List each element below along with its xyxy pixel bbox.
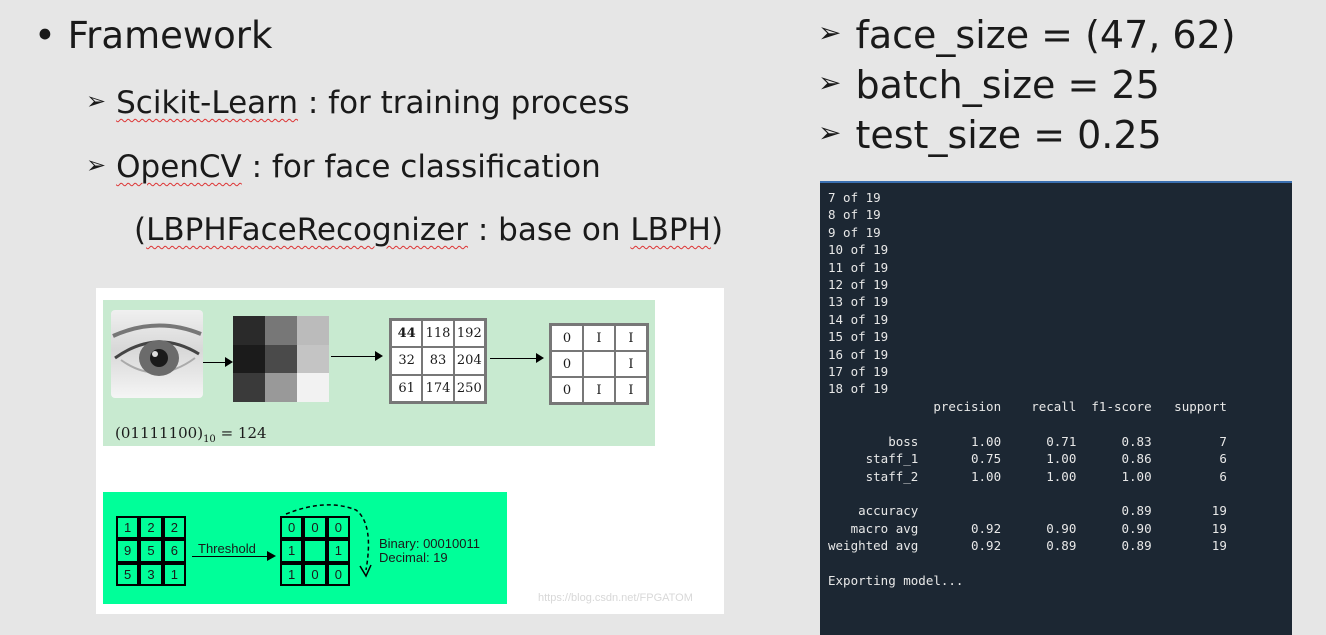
- binary-matrix: 0 I I 0 I 0 I I: [549, 323, 649, 405]
- matrix-cell: 174: [422, 374, 454, 402]
- input-cell: 2: [139, 516, 163, 540]
- param-text: face_size = (47, 62): [855, 13, 1236, 57]
- grayscale-patch: [233, 316, 329, 402]
- threshold-result: Binary: 00010011 Decimal: 19: [379, 537, 480, 565]
- arrow-bullet-icon: ➢: [818, 116, 842, 149]
- scikit-learn-link: Scikit-Learn: [116, 85, 298, 121]
- terminal-output: 7 of 19 8 of 19 9 of 19 10 of 19 11 of 1…: [820, 181, 1292, 635]
- lbph-desc: : base on: [468, 212, 631, 248]
- input-cell: 5: [139, 539, 163, 563]
- dashed-arc-arrow-icon: [285, 504, 372, 578]
- opencv-item: ➢ OpenCV : for face classification: [86, 149, 601, 185]
- arrow-head-icon: [267, 551, 276, 561]
- binary-cell: [583, 351, 615, 377]
- lbph-recognizer-link: LBPHFaceRecognizer: [146, 212, 469, 248]
- eye-icon: [112, 323, 202, 376]
- framework-heading: • Framework: [34, 14, 272, 57]
- binary-cell: I: [615, 325, 647, 351]
- binary-cell: 0: [551, 325, 583, 351]
- param-batch-size: ➢ batch_size = 25: [818, 63, 1160, 107]
- input-matrix: 1 2 2 9 5 6 5 3 1: [116, 516, 186, 586]
- binary-cell: 0: [551, 377, 583, 403]
- matrix-cell: 44: [391, 320, 423, 348]
- watermark: https://blog.csdn.net/FPGATOM: [538, 592, 693, 604]
- matrix-cell: 250: [453, 374, 485, 402]
- opencv-link: OpenCV: [116, 149, 242, 185]
- formula-base: 10: [203, 434, 216, 445]
- eye-image: [111, 310, 203, 398]
- arrow-bullet-icon: ➢: [818, 16, 842, 49]
- param-test-size: ➢ test_size = 0.25: [818, 113, 1162, 157]
- param-text: batch_size = 25: [855, 63, 1160, 107]
- input-cell: 2: [162, 516, 186, 540]
- arrow-bullet-icon: ➢: [86, 87, 107, 115]
- binary-cell: I: [615, 377, 647, 403]
- matrix-cell: 83: [422, 347, 454, 375]
- arrow-head-icon: [375, 351, 383, 361]
- arrow-bullet-icon: ➢: [86, 151, 107, 179]
- paren-open: (: [134, 212, 147, 248]
- bullet-dot: •: [34, 14, 56, 57]
- arrow-line: [331, 356, 377, 357]
- input-cell: 1: [162, 562, 186, 586]
- matrix-cell: 118: [422, 320, 454, 348]
- binary-result: Binary: 00010011: [379, 536, 480, 551]
- input-cell: 3: [139, 562, 163, 586]
- arrow-head-icon: [536, 353, 544, 363]
- formula-result: = 124: [215, 424, 267, 442]
- matrix-cell: 192: [453, 320, 485, 348]
- arrow-bullet-icon: ➢: [818, 66, 842, 99]
- threshold-label: Threshold: [198, 541, 256, 556]
- input-cell: 1: [116, 516, 140, 540]
- input-cell: 5: [116, 562, 140, 586]
- binary-cell: 0: [551, 351, 583, 377]
- paren-close: ): [710, 212, 724, 248]
- scikit-learn-desc: : for training process: [298, 85, 630, 121]
- opencv-desc: : for face classification: [241, 149, 601, 185]
- binary-cell: I: [583, 377, 615, 403]
- lbph-link: LBPH: [630, 212, 711, 248]
- param-face-size: ➢ face_size = (47, 62): [818, 13, 1236, 57]
- arrow-line: [490, 358, 538, 359]
- arrow-head-icon: [225, 357, 233, 367]
- threshold-arrow-line: [192, 556, 268, 557]
- framework-label: Framework: [67, 14, 273, 57]
- binary-cell: I: [615, 351, 647, 377]
- formula-binary: (01111100): [115, 424, 204, 442]
- matrix-cell: 204: [453, 347, 485, 375]
- scikit-learn-item: ➢ Scikit-Learn : for training process: [86, 85, 630, 121]
- input-cell: 9: [116, 539, 140, 563]
- matrix-cell: 32: [391, 347, 423, 375]
- decimal-result: Decimal: 19: [379, 550, 448, 565]
- lbp-formula: (01111100)10 = 124: [115, 424, 267, 445]
- param-text: test_size = 0.25: [855, 113, 1162, 157]
- matrix-cell: 61: [391, 374, 423, 402]
- binary-cell: I: [583, 325, 615, 351]
- pixel-value-matrix: 44 118 192 32 83 204 61 174 250: [389, 318, 487, 404]
- input-cell: 6: [162, 539, 186, 563]
- lbph-item: (LBPHFaceRecognizer : base on LBPH): [134, 212, 723, 248]
